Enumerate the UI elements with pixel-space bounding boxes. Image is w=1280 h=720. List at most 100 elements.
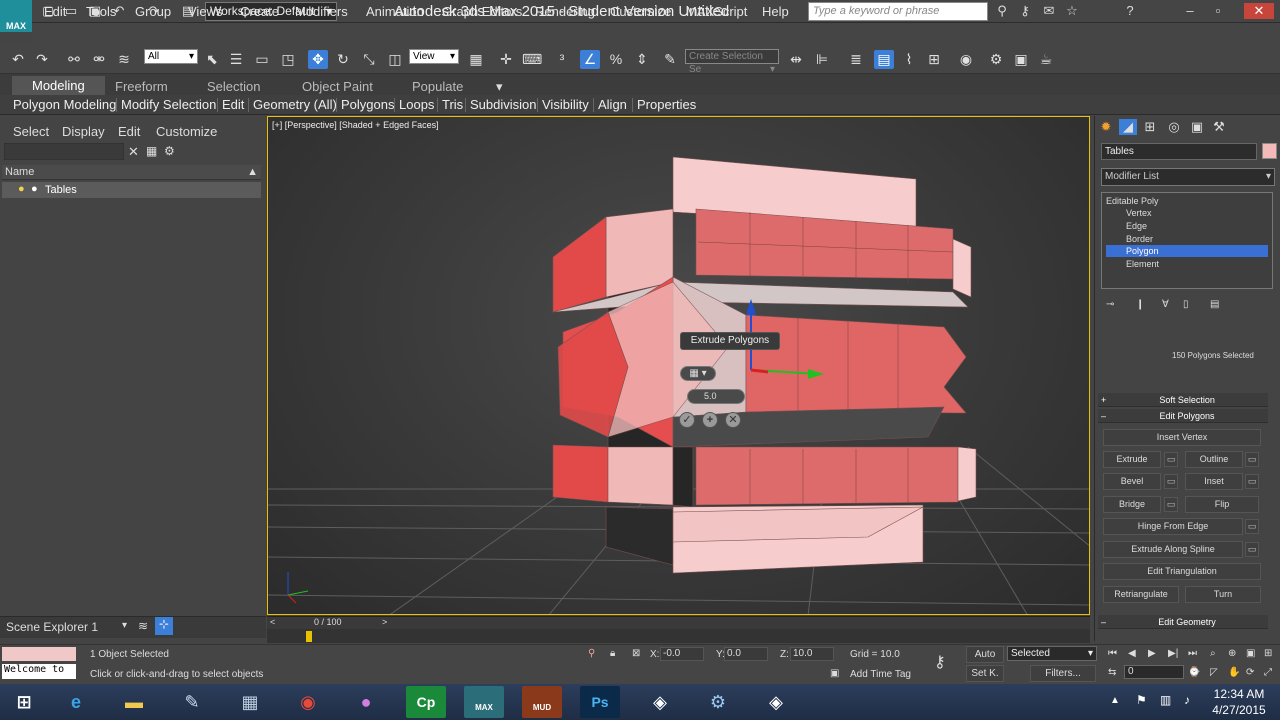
show-end-result-icon[interactable]: ❙ bbox=[1136, 299, 1144, 310]
schematic-view-icon[interactable]: ⊞ bbox=[924, 50, 944, 69]
pin-stack-icon[interactable]: ⊸ bbox=[1106, 299, 1114, 310]
menu-group[interactable]: Group bbox=[135, 4, 171, 19]
hinge-settings-icon[interactable]: ▭ bbox=[1245, 519, 1259, 534]
rotate-tool-icon[interactable]: ↻ bbox=[333, 50, 353, 69]
bevel-settings-icon[interactable]: ▭ bbox=[1164, 474, 1178, 489]
maximize-viewport-icon[interactable]: ⤢ bbox=[1264, 667, 1272, 678]
minimize-icon[interactable]: – bbox=[1182, 3, 1198, 19]
calculator-icon[interactable]: ▦ bbox=[230, 686, 270, 718]
menu-edit[interactable]: Edit bbox=[44, 4, 66, 19]
stack-edge[interactable]: Edge bbox=[1106, 220, 1147, 232]
explorer-name[interactable]: Scene Explorer 1 bbox=[6, 620, 98, 634]
time-tag-icon[interactable]: ▣ bbox=[830, 668, 839, 679]
object-color-swatch[interactable] bbox=[1262, 143, 1277, 159]
light-bulb-icon[interactable]: ● bbox=[18, 183, 25, 195]
goto-end-icon[interactable]: ⏭ bbox=[1188, 648, 1197, 659]
modify-tab-icon[interactable]: ◢ bbox=[1119, 119, 1137, 135]
pivot-center-icon[interactable]: ▦ bbox=[466, 50, 486, 69]
next-frame-icon[interactable]: > bbox=[382, 617, 387, 627]
configure-sets-icon[interactable]: ▤ bbox=[1210, 299, 1219, 310]
chrome-icon[interactable]: ◉ bbox=[288, 686, 328, 718]
select-all-icon[interactable]: ▦ bbox=[146, 144, 157, 158]
zoom-all-icon[interactable]: ⊕ bbox=[1228, 648, 1236, 659]
extrude-settings-icon[interactable]: ▭ bbox=[1164, 452, 1178, 467]
maximize-icon[interactable]: ▫ bbox=[1210, 3, 1226, 19]
prev-key-icon[interactable]: ◀ bbox=[1128, 648, 1136, 659]
align-icon[interactable]: ⊫ bbox=[812, 50, 832, 69]
stack-border[interactable]: Border bbox=[1106, 233, 1153, 245]
bevel-button[interactable]: Bevel bbox=[1103, 473, 1161, 490]
bridge-button[interactable]: Bridge bbox=[1103, 496, 1161, 513]
set-key-icon[interactable]: ⚷ bbox=[934, 652, 946, 672]
ribbon-polygons[interactable]: Polygons bbox=[341, 97, 394, 112]
frame-counter[interactable]: 0 / 100 bbox=[314, 617, 342, 627]
explorer-menu-select[interactable]: Select bbox=[13, 124, 49, 139]
absolute-mode-icon[interactable]: ⊠ bbox=[632, 648, 640, 659]
tab-populate[interactable]: Populate bbox=[412, 79, 463, 94]
unity-icon[interactable]: ◈ bbox=[640, 686, 680, 718]
layers-icon[interactable]: ≋ bbox=[138, 619, 148, 633]
undo-icon[interactable]: ↶ bbox=[8, 50, 28, 69]
extrude-along-spline-button[interactable]: Extrude Along Spline bbox=[1103, 541, 1243, 558]
inset-button[interactable]: Inset bbox=[1185, 473, 1243, 490]
clear-search-icon[interactable]: ✕ bbox=[128, 144, 139, 160]
bind-space-warp-icon[interactable]: ≋ bbox=[114, 50, 134, 69]
explorer-item-tables[interactable]: Tables bbox=[2, 182, 261, 198]
explorer-options-icon[interactable]: ⚙ bbox=[164, 144, 175, 158]
angle-snap-icon[interactable]: ∠ bbox=[580, 50, 600, 69]
move-tool-icon[interactable]: ✥ bbox=[308, 50, 328, 69]
next-key-icon[interactable]: ▶| bbox=[1168, 648, 1178, 659]
internet-explorer-icon[interactable]: e bbox=[56, 686, 96, 718]
auto-key-button[interactable]: Auto bbox=[966, 646, 1004, 663]
cancel-x-icon[interactable]: ✕ bbox=[725, 412, 741, 428]
communication-icon[interactable]: ✉ bbox=[1041, 3, 1057, 19]
z-coordinate-field[interactable]: 10.0 bbox=[790, 647, 834, 661]
ribbon-tris[interactable]: Tris bbox=[442, 97, 463, 112]
hinge-from-edge-button[interactable]: Hinge From Edge bbox=[1103, 518, 1243, 535]
tab-freeform[interactable]: Freeform bbox=[115, 79, 168, 94]
prev-frame-icon[interactable]: < bbox=[270, 617, 275, 627]
keyboard-shortcut-icon[interactable]: ⌨ bbox=[522, 50, 542, 69]
ribbon-toggle-icon[interactable]: ▤ bbox=[874, 50, 894, 69]
help-icon[interactable]: ? bbox=[1122, 3, 1138, 19]
bridge-settings-icon[interactable]: ▭ bbox=[1164, 497, 1178, 512]
apply-plus-icon[interactable]: + bbox=[702, 412, 718, 428]
snaps-toggle-icon[interactable]: ³ bbox=[552, 50, 572, 69]
x-coordinate-field[interactable]: -0.0 bbox=[660, 647, 704, 661]
unity-second-icon[interactable]: ◈ bbox=[756, 686, 796, 718]
menu-animation[interactable]: Animation bbox=[366, 4, 424, 19]
set-key-button[interactable]: Set K. bbox=[966, 665, 1004, 682]
extrude-height-field[interactable]: 5.0 bbox=[687, 389, 745, 404]
insert-vertex-button[interactable]: Insert Vertex bbox=[1103, 429, 1261, 446]
tab-object-paint[interactable]: Object Paint bbox=[302, 79, 373, 94]
stack-vertex[interactable]: Vertex bbox=[1106, 207, 1152, 219]
tray-expand-icon[interactable]: ▲ bbox=[1110, 695, 1120, 706]
close-icon[interactable]: ✕ bbox=[1244, 3, 1274, 19]
rendered-frame-window-icon[interactable]: ▣ bbox=[1011, 50, 1031, 69]
named-selection-dropdown[interactable]: Create Selection Se ▾ bbox=[685, 49, 779, 75]
ribbon-edit[interactable]: Edit bbox=[222, 97, 244, 112]
reference-coordinate-dropdown[interactable]: View ▾ bbox=[409, 49, 459, 64]
window-crossing-icon[interactable]: ◳ bbox=[278, 50, 298, 69]
track-bar[interactable] bbox=[267, 629, 1090, 643]
maxscript-listener-top[interactable] bbox=[2, 647, 76, 661]
select-manipulate-icon[interactable]: ✛ bbox=[496, 50, 516, 69]
menu-rendering[interactable]: Rendering bbox=[535, 4, 595, 19]
stack-element[interactable]: Element bbox=[1106, 258, 1159, 270]
ribbon-geometry-all[interactable]: Geometry (All) bbox=[253, 97, 337, 112]
extrude-spline-settings-icon[interactable]: ▭ bbox=[1245, 542, 1259, 557]
extrude-button[interactable]: Extrude bbox=[1103, 451, 1161, 468]
render-toggle-icon[interactable]: ● bbox=[31, 183, 38, 195]
explorer-menu-edit[interactable]: Edit bbox=[118, 124, 140, 139]
ribbon-polygon-modeling[interactable]: Polygon Modeling bbox=[13, 97, 116, 112]
rect-selection-icon[interactable]: ▭ bbox=[252, 50, 272, 69]
start-windows-icon[interactable]: ⊞ bbox=[4, 686, 44, 718]
menu-modifiers[interactable]: Modifiers bbox=[295, 4, 348, 19]
stack-editable-poly[interactable]: Editable Poly bbox=[1106, 195, 1159, 207]
play-icon[interactable]: ▶ bbox=[1148, 648, 1156, 659]
outline-settings-icon[interactable]: ▭ bbox=[1245, 452, 1259, 467]
tab-selection[interactable]: Selection bbox=[207, 79, 260, 94]
key-mode-icon[interactable]: ⇆ bbox=[1108, 667, 1116, 678]
explorer-menu-customize[interactable]: Customize bbox=[156, 124, 217, 139]
outline-button[interactable]: Outline bbox=[1185, 451, 1243, 468]
